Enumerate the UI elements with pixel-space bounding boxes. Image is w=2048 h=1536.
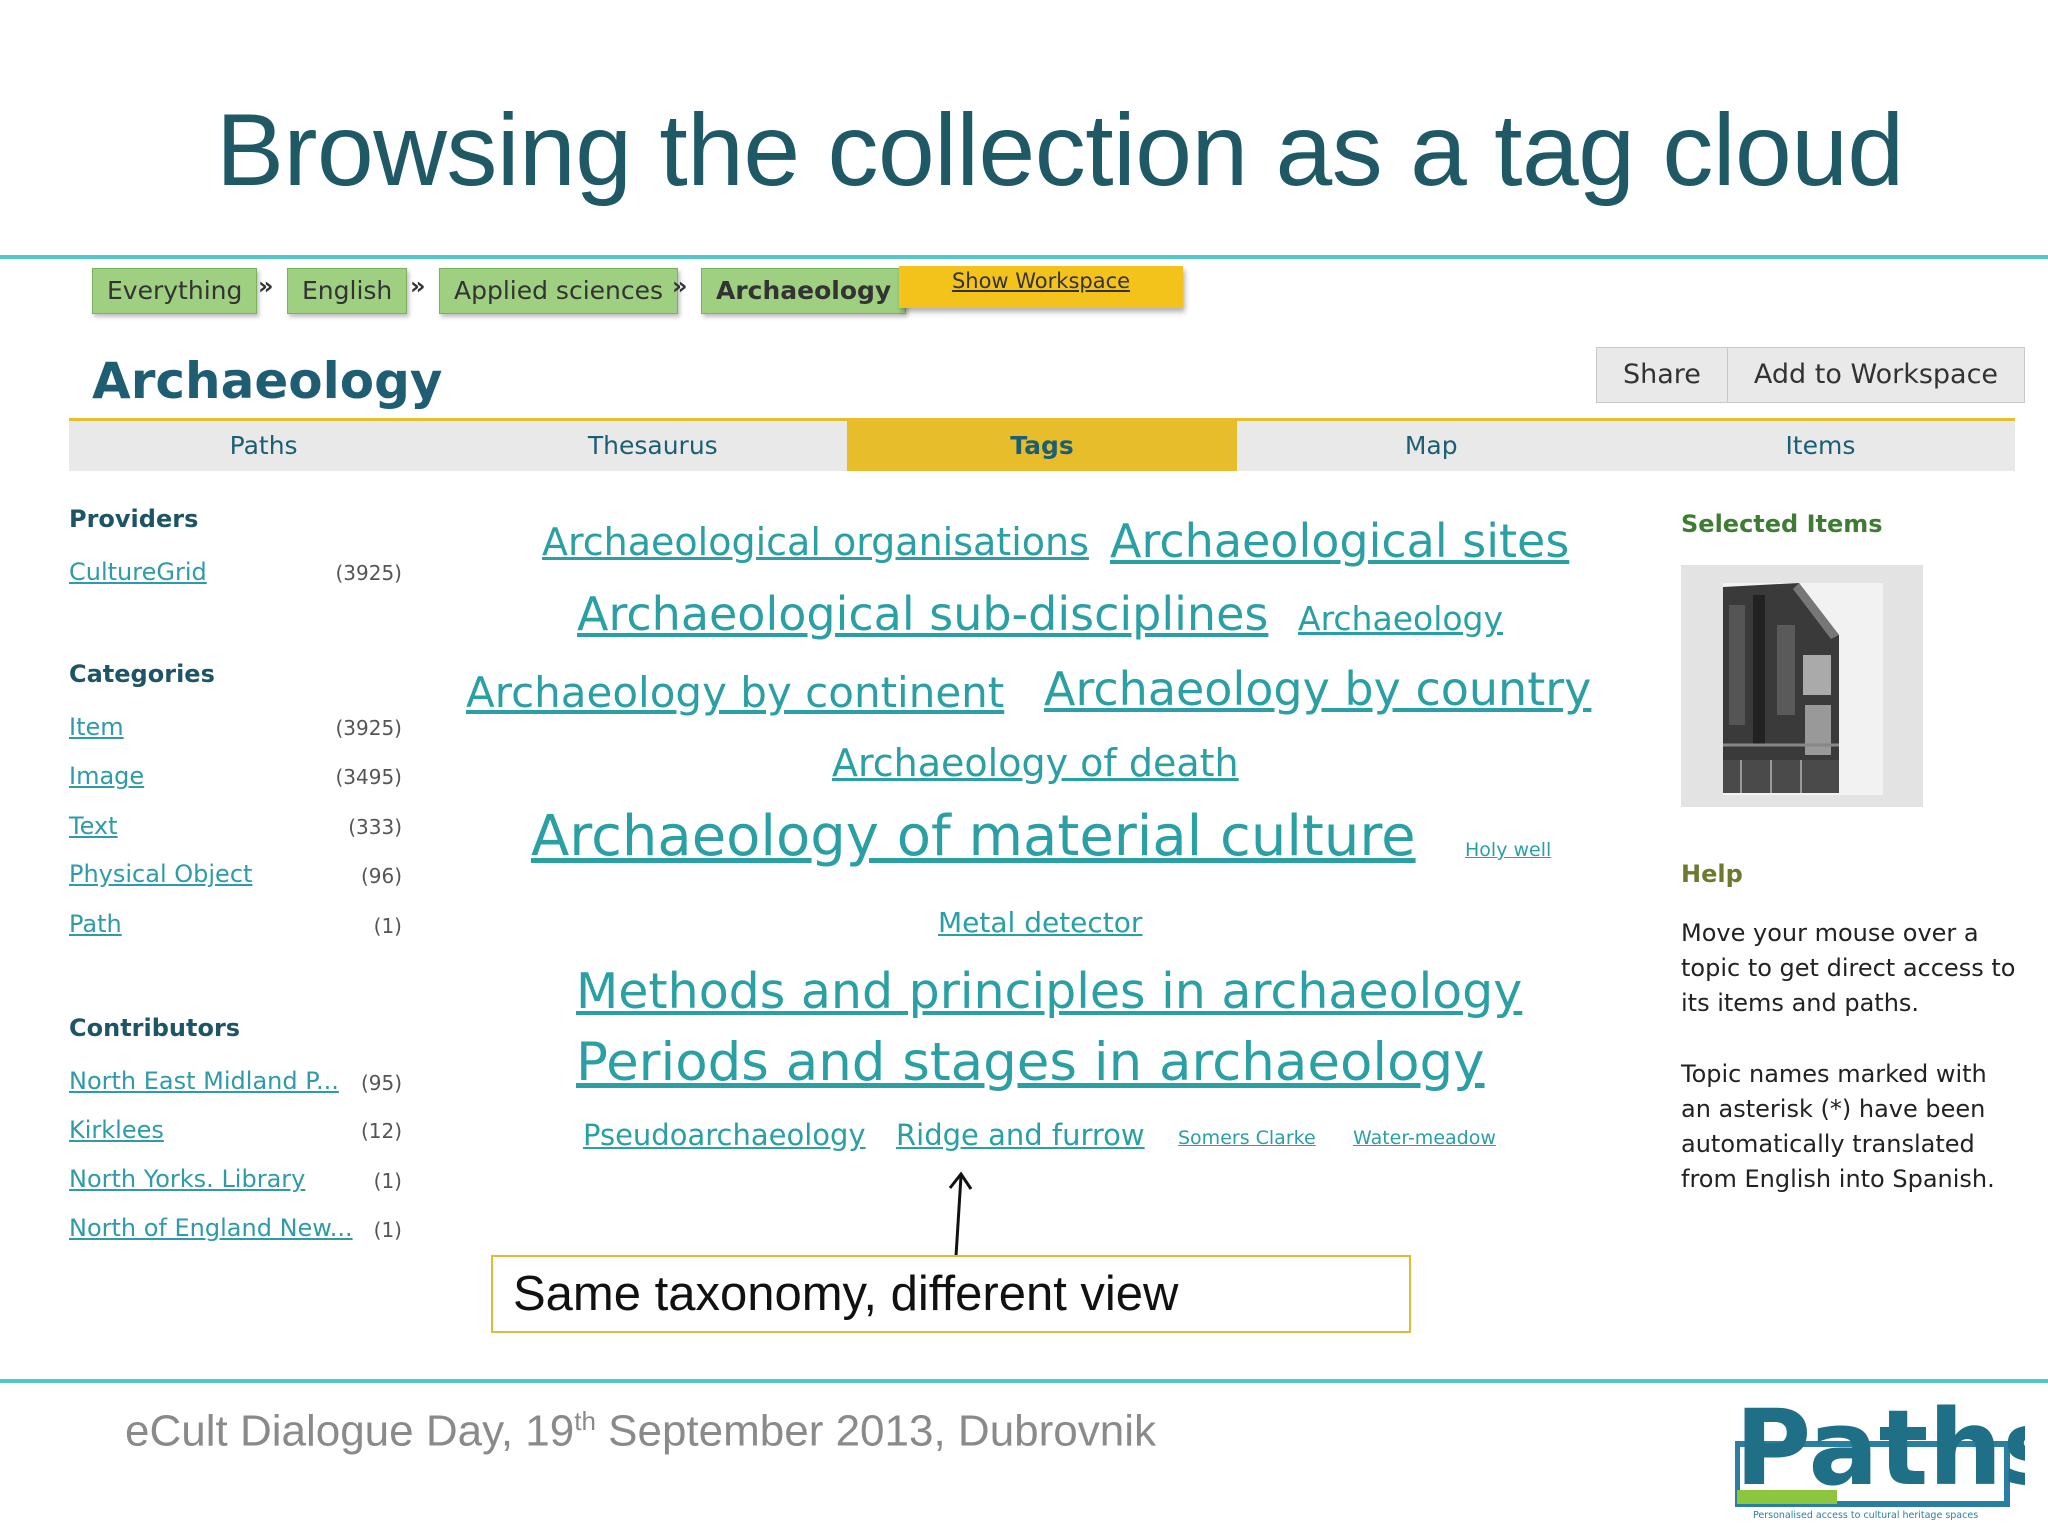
action-buttons: Share Add to Workspace bbox=[1596, 347, 2026, 403]
sidebar-item-culturegrid[interactable]: CultureGrid bbox=[69, 558, 207, 586]
sidebar-item-contributor[interactable]: Kirklees bbox=[69, 1116, 164, 1144]
footer-text: September 2013, Dubrovnik bbox=[595, 1406, 1157, 1456]
facet-count: (3925) bbox=[335, 561, 402, 585]
tab-thesaurus[interactable]: Thesaurus bbox=[458, 421, 847, 471]
help-line: from English into Spanish. bbox=[1681, 1165, 1995, 1193]
footer-caption: eCult Dialogue Day, 19th September 2013,… bbox=[125, 1406, 1156, 1457]
logo-tagline: Personalised access to cultural heritage… bbox=[1753, 1510, 1978, 1521]
categories-heading: Categories bbox=[69, 660, 215, 688]
tag-link[interactable]: Periods and stages in archaeology bbox=[576, 1032, 1485, 1093]
facet-count: (3925) bbox=[335, 716, 402, 740]
page-title: Archaeology bbox=[92, 352, 443, 410]
footer-text: eCult Dialogue Day, 19 bbox=[125, 1406, 575, 1456]
facet-count: (333) bbox=[348, 815, 402, 839]
help-line: its items and paths. bbox=[1681, 989, 1920, 1017]
help-line: an asterisk (*) have been bbox=[1681, 1095, 1986, 1123]
tag-link[interactable]: Archaeology by continent bbox=[466, 668, 1004, 717]
facet-count: (12) bbox=[360, 1119, 402, 1143]
selected-items-heading: Selected Items bbox=[1681, 510, 1883, 538]
tag-link[interactable]: Ridge and furrow bbox=[896, 1118, 1145, 1152]
facet-count: (3495) bbox=[335, 765, 402, 789]
breadcrumb-applied-sciences[interactable]: Applied sciences bbox=[439, 268, 679, 314]
breadcrumb-separator: » bbox=[258, 272, 274, 300]
tag-link[interactable]: Archaeology of death bbox=[832, 741, 1239, 785]
show-workspace-button[interactable]: Show Workspace bbox=[899, 266, 1183, 308]
help-line: topic to get direct access to bbox=[1681, 954, 2016, 982]
paths-logo-graphic: Paths Personalised access to cultural he… bbox=[1734, 1387, 2048, 1521]
tag-link[interactable]: Water-meadow bbox=[1353, 1127, 1496, 1149]
paths-logo: Paths Personalised access to cultural he… bbox=[1734, 1387, 2048, 1526]
tab-paths[interactable]: Paths bbox=[69, 421, 458, 471]
help-line: automatically translated bbox=[1681, 1130, 1975, 1158]
tab-items[interactable]: Items bbox=[1626, 421, 2015, 471]
callout-box: Same taxonomy, different view bbox=[491, 1255, 1411, 1333]
breadcrumb-archaeology[interactable]: Archaeology bbox=[701, 268, 907, 314]
tag-link[interactable]: Archaeology by country bbox=[1044, 662, 1591, 716]
sidebar-item-text[interactable]: Text bbox=[69, 812, 118, 840]
facet-count: (1) bbox=[373, 914, 402, 938]
tag-link[interactable]: Pseudoarchaeology bbox=[583, 1118, 866, 1152]
facet-count: (1) bbox=[373, 1218, 402, 1242]
breadcrumb-separator: » bbox=[672, 272, 688, 300]
breadcrumb-english[interactable]: English bbox=[287, 268, 408, 314]
breadcrumb-separator: » bbox=[410, 272, 426, 300]
sidebar-item-item[interactable]: Item bbox=[69, 713, 124, 741]
help-line: Topic names marked with bbox=[1681, 1060, 1987, 1088]
building-photo-image bbox=[1723, 583, 1883, 795]
tag-link[interactable]: Holy well bbox=[1465, 839, 1551, 861]
facet-count: (96) bbox=[360, 864, 402, 888]
sidebar-item-contributor[interactable]: North Yorks. Library bbox=[69, 1165, 305, 1193]
tag-link[interactable]: Archaeological organisations bbox=[542, 520, 1089, 564]
providers-heading: Providers bbox=[69, 505, 199, 533]
tab-tags[interactable]: Tags bbox=[847, 421, 1237, 471]
tag-link[interactable]: Archaeological sub-disciplines bbox=[577, 587, 1268, 641]
share-button[interactable]: Share bbox=[1597, 348, 1727, 402]
tag-link[interactable]: Archaeology bbox=[1298, 599, 1503, 638]
tag-link[interactable]: Methods and principles in archaeology bbox=[576, 963, 1522, 1020]
help-heading: Help bbox=[1681, 860, 1743, 888]
tab-map[interactable]: Map bbox=[1237, 421, 1626, 471]
sidebar-item-path[interactable]: Path bbox=[69, 910, 122, 938]
help-line: Move your mouse over a bbox=[1681, 919, 1979, 947]
sidebar-item-image[interactable]: Image bbox=[69, 762, 144, 790]
sidebar-item-physical-object[interactable]: Physical Object bbox=[69, 860, 252, 888]
tag-link[interactable]: Metal detector bbox=[938, 906, 1142, 939]
logo-text: Paths bbox=[1735, 1392, 2025, 1509]
selected-item-thumbnail[interactable] bbox=[1681, 565, 1923, 807]
view-tabs: Paths Thesaurus Tags Map Items bbox=[69, 418, 2015, 471]
slide-title: Browsing the collection as a tag cloud bbox=[216, 93, 1904, 207]
contributors-heading: Contributors bbox=[69, 1014, 241, 1042]
tag-link[interactable]: Somers Clarke bbox=[1178, 1127, 1316, 1149]
facet-count: (95) bbox=[360, 1071, 402, 1095]
bottom-divider bbox=[0, 1379, 2048, 1383]
help-text: Move your mouse over a topic to get dire… bbox=[1681, 916, 2015, 1197]
facet-count: (1) bbox=[373, 1169, 402, 1193]
top-divider bbox=[0, 255, 2048, 259]
arrow-up-icon bbox=[948, 1171, 973, 1257]
footer-superscript: th bbox=[574, 1406, 596, 1436]
breadcrumb-everything[interactable]: Everything bbox=[92, 268, 258, 314]
tag-link[interactable]: Archaeological sites bbox=[1110, 514, 1569, 568]
tag-link[interactable]: Archaeology of material culture bbox=[531, 804, 1416, 869]
add-to-workspace-button[interactable]: Add to Workspace bbox=[1726, 348, 2024, 402]
